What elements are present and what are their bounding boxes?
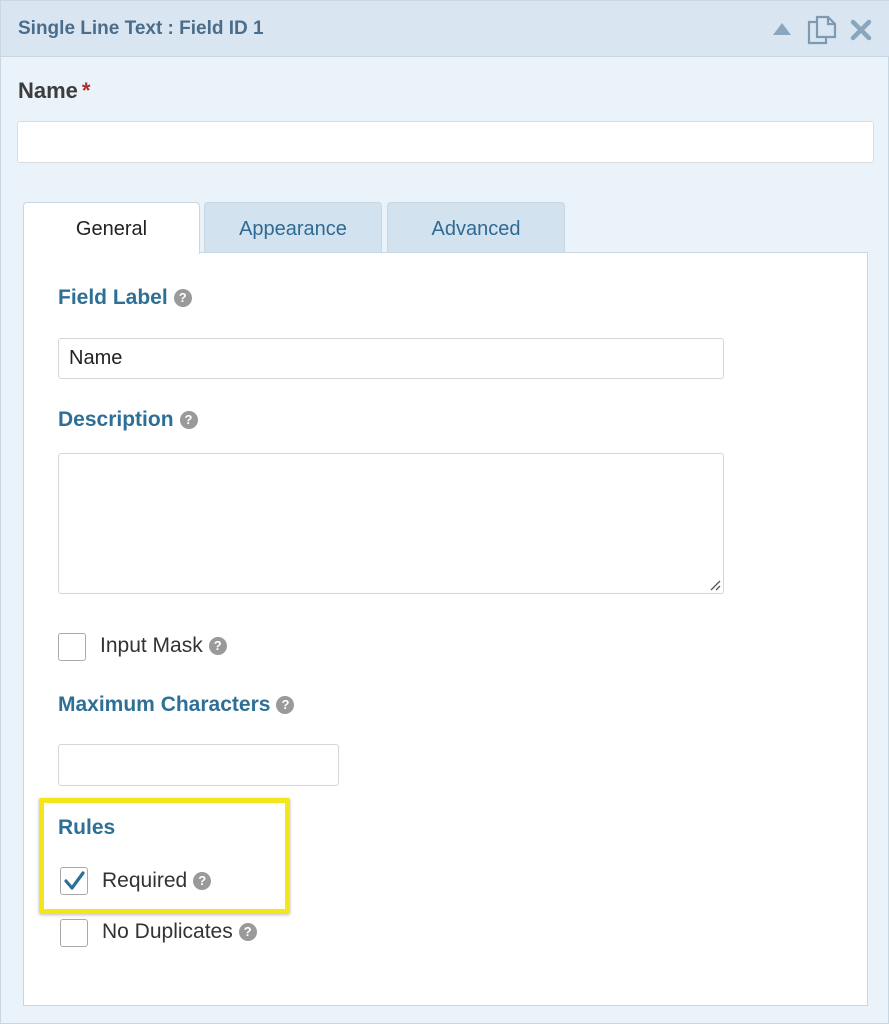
maximum-characters-input[interactable] [58,744,339,786]
required-marker: * [81,78,91,103]
resize-grip-icon[interactable] [707,577,721,591]
maximum-characters-heading-text: Maximum Characters [58,693,271,716]
no-duplicates-help-icon[interactable]: ? [238,923,257,941]
description-heading: Description? [58,408,198,432]
description-textarea[interactable] [58,453,724,594]
required-label: Required? [102,869,212,893]
preview-label-text: Name [18,78,78,103]
duplicate-icon[interactable] [806,14,838,46]
description-help-icon[interactable]: ? [179,411,198,429]
no-duplicates-label-text: No Duplicates [102,920,233,943]
field-label-heading: Field Label? [58,286,192,310]
input-mask-checkbox[interactable] [58,633,86,661]
field-label-input[interactable] [58,338,724,379]
tab-advanced[interactable]: Advanced [387,202,565,253]
field-preview-label: Name * [18,78,90,104]
required-checkbox[interactable] [60,867,88,895]
field-label-heading-text: Field Label [58,286,168,309]
checkmark-icon [64,871,85,890]
required-label-text: Required [102,869,188,892]
input-mask-label-text: Input Mask [100,634,203,657]
input-mask-help-icon[interactable]: ? [208,637,227,655]
input-mask-label: Input Mask? [100,634,227,658]
close-icon[interactable] [850,19,872,41]
field-label-help-icon[interactable]: ? [173,289,192,307]
tab-appearance[interactable]: Appearance [204,202,382,253]
no-duplicates-label: No Duplicates? [102,920,257,944]
field-titlebar: Single Line Text : Field ID 1 [1,1,889,57]
collapse-arrow-icon[interactable] [772,22,792,36]
no-duplicates-checkbox[interactable] [60,919,88,947]
maximum-characters-help-icon[interactable]: ? [276,696,295,714]
description-heading-text: Description [58,408,174,431]
field-title: Single Line Text : Field ID 1 [18,18,264,39]
tab-general[interactable]: General [23,202,200,254]
required-help-icon[interactable]: ? [193,872,212,890]
maximum-characters-heading: Maximum Characters? [58,693,295,717]
rules-heading: Rules [58,816,116,839]
field-preview-input [17,121,874,163]
field-settings-panel: Single Line Text : Field ID 1 Name * Gene… [0,0,889,1024]
